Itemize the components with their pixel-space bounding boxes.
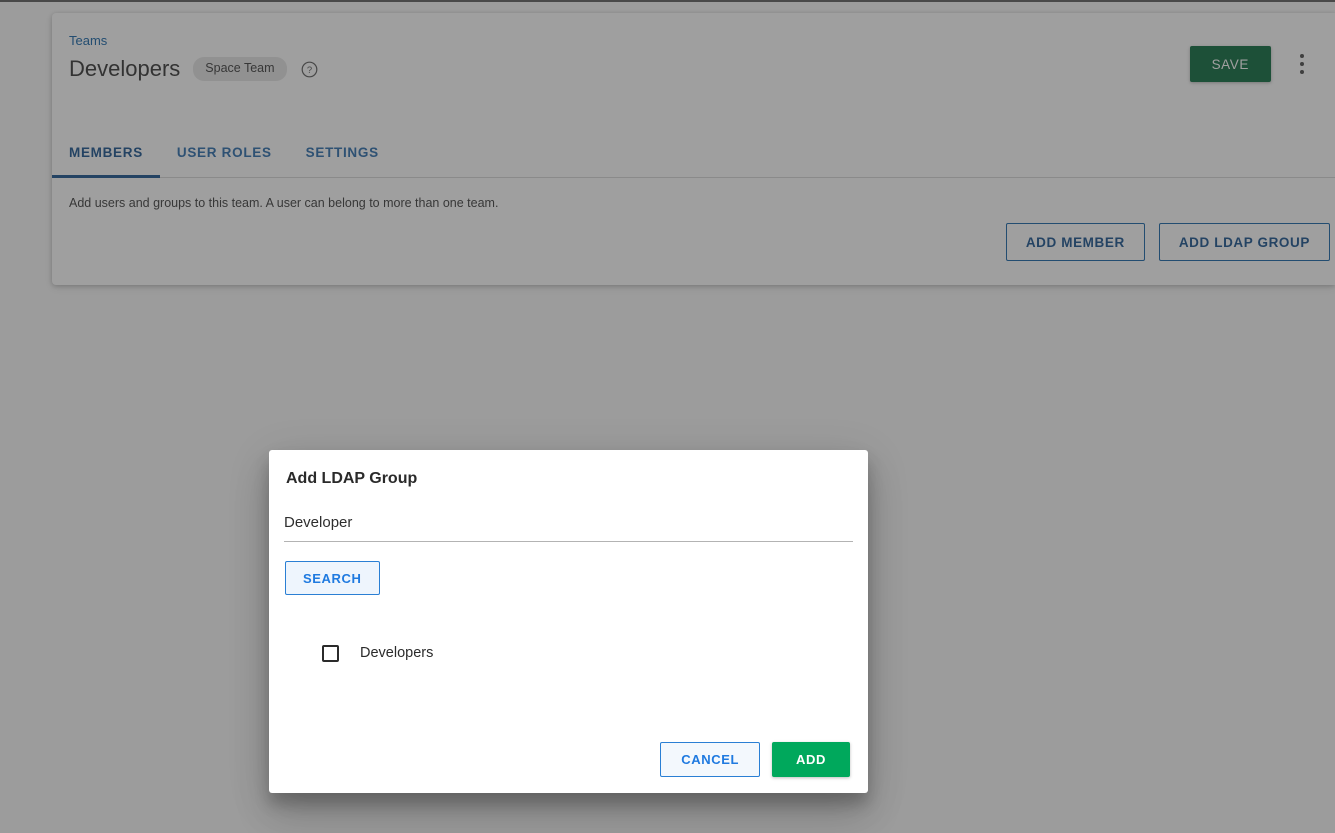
dialog-footer: CANCEL ADD — [660, 742, 850, 777]
result-checkbox[interactable] — [322, 645, 339, 662]
ldap-group-search-input[interactable] — [284, 513, 853, 542]
dialog-search-row: SEARCH — [285, 561, 868, 595]
ldap-results-list: Developers — [269, 640, 868, 666]
dialog-search-field — [284, 513, 853, 542]
result-label: Developers — [360, 644, 433, 662]
cancel-button[interactable]: CANCEL — [660, 742, 760, 777]
search-button[interactable]: SEARCH — [285, 561, 380, 595]
add-button[interactable]: ADD — [772, 742, 850, 777]
add-ldap-group-dialog: Add LDAP Group SEARCH Developers CANCEL … — [269, 450, 868, 793]
dialog-title: Add LDAP Group — [269, 450, 868, 489]
list-item[interactable]: Developers — [322, 640, 868, 666]
